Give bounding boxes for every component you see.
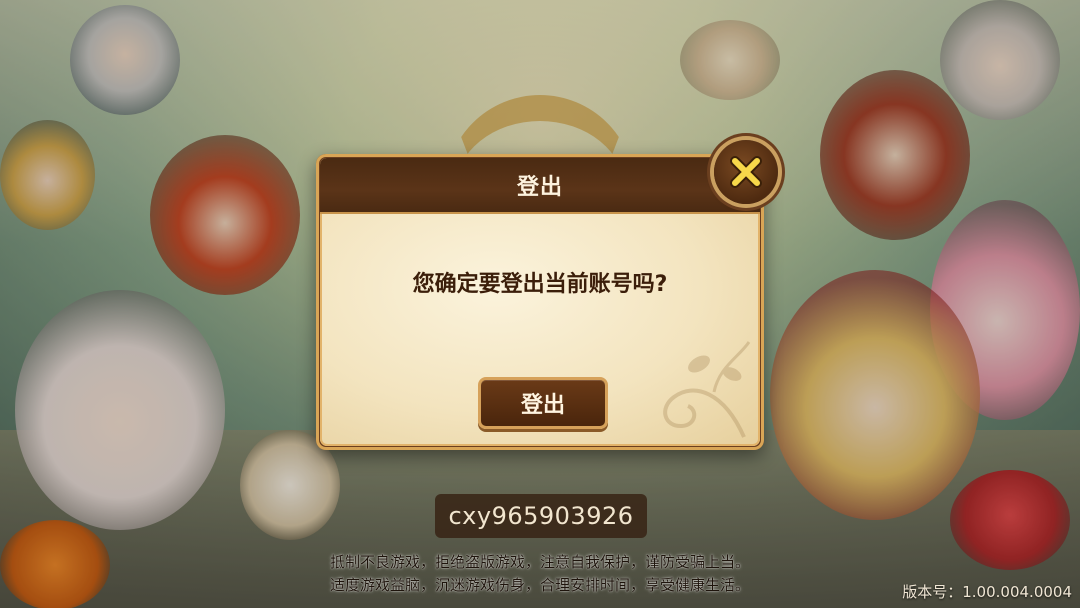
dialog-message: 您确定要登出当前账号吗?: [412, 272, 668, 297]
close-x-icon: [730, 156, 762, 188]
health-notice: 抵制不良游戏，拒绝盗版游戏，注意自我保护，谨防受骗上当。 适度游戏益脑，沉迷游戏…: [270, 551, 810, 597]
account-username-box[interactable]: cxy965903926: [435, 494, 647, 538]
health-notice-line-2: 适度游戏益脑，沉迷游戏伤身，合理安排时间，享受健康生活。: [329, 576, 750, 594]
dialog-title: 登出: [516, 175, 563, 200]
dialog-body: 登出 您确定要登出当前账号吗? 登出: [320, 158, 760, 446]
game-login-screen: 登出 您确定要登出当前账号吗? 登出 cxy965903926 抵制不良游戏，拒…: [0, 0, 1080, 608]
swirl-ornament-icon: [663, 341, 751, 438]
close-button[interactable]: [714, 140, 778, 204]
logout-confirm-button[interactable]: 登出: [478, 377, 608, 429]
health-notice-line-1: 抵制不良游戏，拒绝盗版游戏，注意自我保护，谨防受骗上当。: [329, 553, 750, 571]
logout-dialog: 登出 您确定要登出当前账号吗? 登出: [316, 154, 764, 450]
dialog-header: 登出: [320, 158, 760, 212]
version-label: 版本号：1.00.004.0004: [902, 583, 1072, 601]
